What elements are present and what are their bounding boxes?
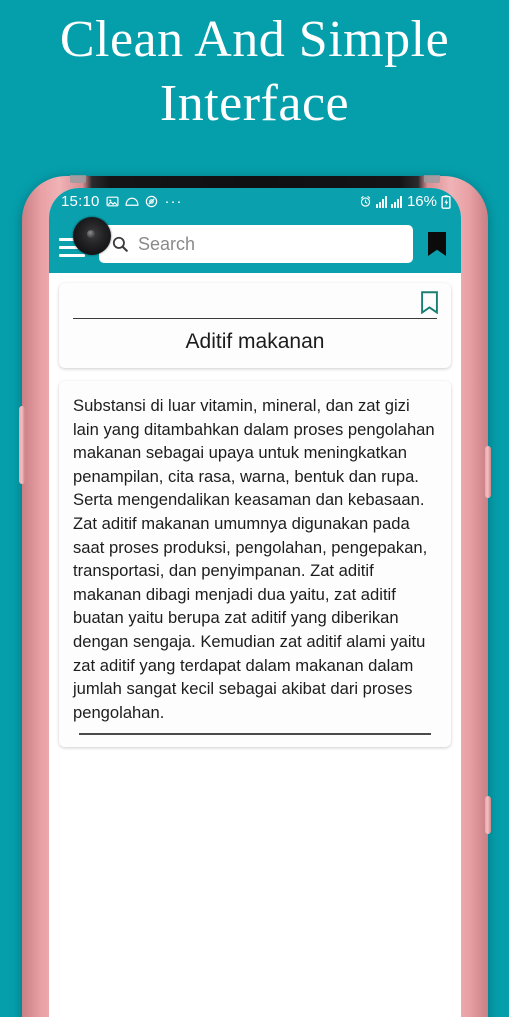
phone-device-frame: 15:10 ··· 16% Search Aditif makanan Subs… — [19, 175, 491, 1017]
search-placeholder: Search — [138, 234, 196, 254]
battery-percent-label: 16% — [406, 193, 437, 210]
content-area: Aditif makanan Substansi di luar vitamin… — [49, 273, 461, 1017]
body-underline — [79, 733, 431, 736]
bookmark-outline-icon[interactable] — [420, 291, 439, 319]
entry-title: Aditif makanan — [185, 330, 325, 353]
status-bar-right: 16% — [359, 194, 451, 209]
antenna-line-left-icon — [70, 175, 86, 183]
promo-headline: Clean And Simple Interface — [59, 11, 450, 132]
search-input[interactable]: Search — [99, 225, 413, 263]
promo-screenshot: Clean And Simple Interface 15:10 ··· 16%… — [0, 0, 509, 1017]
entry-title-card[interactable]: Aditif makanan — [59, 283, 451, 368]
antenna-line-right-icon — [424, 175, 440, 183]
status-bar: 15:10 ··· 16% — [49, 188, 461, 215]
power-button[interactable] — [485, 446, 491, 498]
bookmark-filled-icon[interactable] — [423, 231, 451, 257]
search-icon — [111, 235, 129, 253]
alarm-clock-icon — [359, 195, 372, 208]
side-button-lower[interactable] — [485, 796, 491, 834]
shield-check-icon — [145, 195, 158, 208]
entry-card-actions — [71, 291, 439, 315]
status-overflow-icon: ··· — [164, 193, 183, 210]
status-clock: 15:10 — [61, 193, 100, 210]
app-bar: Search — [49, 215, 461, 273]
battery-charging-icon — [441, 194, 451, 209]
front-camera-punch-hole — [73, 217, 111, 255]
entry-body-text: Substansi di luar vitamin, mineral, dan … — [73, 396, 435, 722]
signal-bars-icon-2 — [390, 195, 402, 208]
photo-icon — [106, 195, 119, 208]
cloud-icon — [125, 195, 139, 208]
status-bar-left: 15:10 ··· — [61, 194, 359, 209]
signal-bars-icon-1 — [375, 195, 387, 208]
entry-body-card[interactable]: Substansi di luar vitamin, mineral, dan … — [59, 381, 451, 748]
volume-rocker-button[interactable] — [19, 406, 25, 484]
title-divider — [73, 318, 437, 319]
phone-screen: 15:10 ··· 16% Search Aditif makanan Subs… — [49, 188, 461, 1017]
